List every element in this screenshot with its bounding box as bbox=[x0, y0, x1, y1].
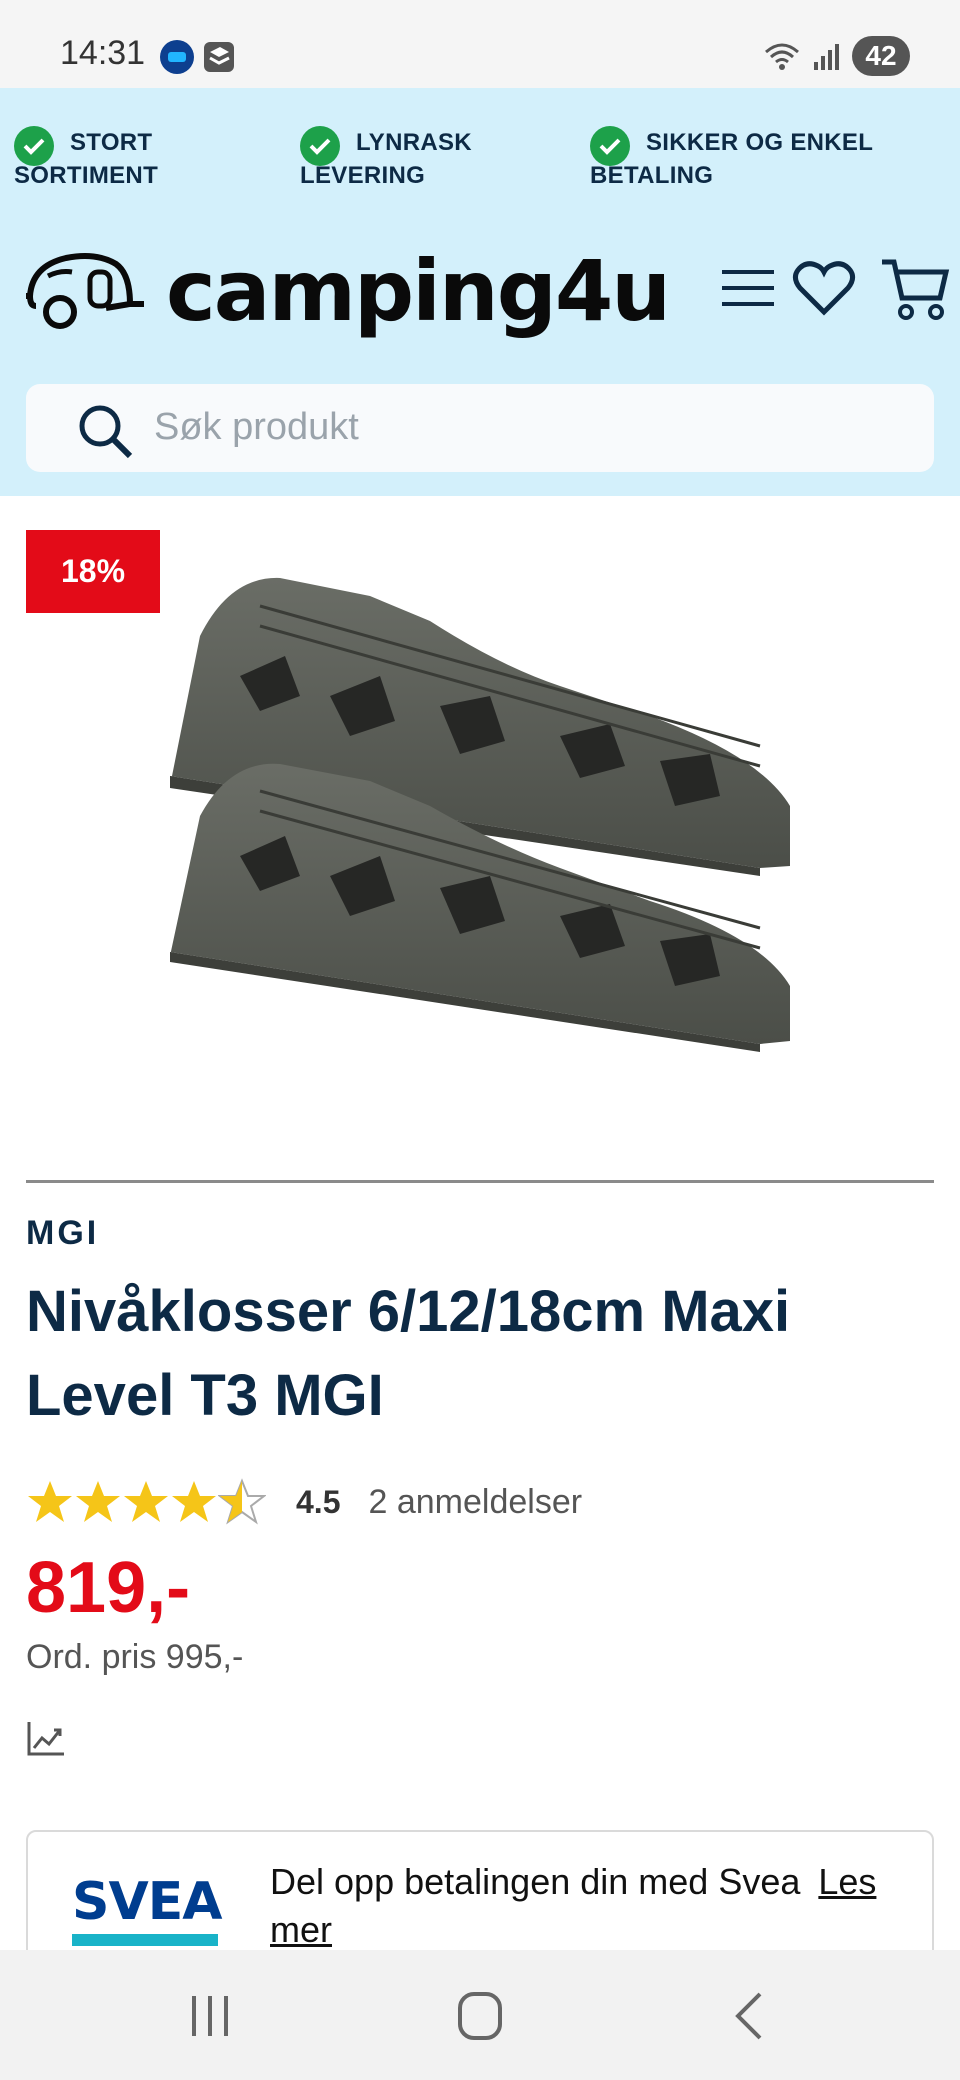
check-icon bbox=[590, 126, 630, 166]
site-logo[interactable]: camping4u bbox=[26, 236, 671, 346]
menu-icon[interactable] bbox=[720, 266, 776, 310]
product-price: 819,- bbox=[26, 1548, 191, 1628]
usp-line2: SORTIMENT bbox=[14, 162, 159, 189]
site-header: STORT SORTIMENT LYNRASK LEVERING SIKKER … bbox=[0, 88, 960, 496]
usp-item: LYNRASK LEVERING bbox=[300, 126, 472, 192]
search-input[interactable]: Søk produkt bbox=[154, 406, 359, 449]
usp-line2: LEVERING bbox=[300, 162, 426, 189]
usp-item: STORT SORTIMENT bbox=[14, 126, 158, 192]
check-icon bbox=[14, 126, 54, 166]
product-rating[interactable]: 4.5 2 anmeldelser bbox=[26, 1476, 582, 1528]
star-rating bbox=[26, 1478, 266, 1526]
status-bar: 14:31 42 bbox=[0, 0, 960, 88]
review-count-link[interactable]: 2 anmeldelser bbox=[368, 1483, 582, 1522]
star-icon bbox=[172, 1481, 216, 1522]
product-title: Nivåklosser 6/12/18cm Maxi Level T3 MGI bbox=[26, 1279, 791, 1428]
battery-icon: 42 bbox=[852, 36, 910, 76]
discount-badge: 18% bbox=[26, 530, 160, 613]
caravan-logo-icon bbox=[26, 253, 144, 329]
header-actions bbox=[700, 248, 960, 328]
check-icon bbox=[300, 126, 340, 166]
wifi-icon bbox=[765, 43, 799, 70]
cart-icon[interactable] bbox=[880, 256, 950, 322]
usp-line2: BETALING bbox=[590, 162, 714, 189]
app-notification-icon-2 bbox=[204, 42, 234, 72]
back-button[interactable] bbox=[720, 1988, 780, 2044]
svea-logo: SVEA bbox=[72, 1872, 222, 1932]
rating-value: 4.5 bbox=[296, 1483, 341, 1520]
half-star-icon bbox=[218, 1478, 266, 1525]
search-bar[interactable]: Søk produkt bbox=[26, 384, 934, 472]
search-icon[interactable] bbox=[76, 402, 134, 460]
logo-text: camping4u bbox=[166, 242, 671, 340]
svea-logo-underline bbox=[72, 1934, 218, 1946]
usp-item: SIKKER OG ENKEL BETALING bbox=[590, 126, 873, 192]
star-icon bbox=[76, 1481, 120, 1522]
star-icon bbox=[28, 1481, 72, 1522]
recent-apps-button[interactable] bbox=[180, 1988, 240, 2044]
system-nav-bar bbox=[0, 1950, 960, 2080]
svea-text-block: Del opp betalingen din med Svea Les mer bbox=[270, 1858, 900, 1954]
app-notification-icon bbox=[160, 40, 194, 74]
home-button[interactable] bbox=[450, 1988, 510, 2044]
heart-icon[interactable] bbox=[792, 258, 856, 318]
star-icon bbox=[124, 1481, 168, 1522]
status-icons: 42 bbox=[762, 36, 910, 76]
divider bbox=[26, 1180, 934, 1183]
signal-icon bbox=[814, 44, 839, 70]
usp-line1: SIKKER OG ENKEL bbox=[646, 129, 874, 156]
product-brand[interactable]: MGI bbox=[26, 1214, 99, 1253]
status-time: 14:31 bbox=[60, 34, 146, 72]
ordinary-price: Ord. pris 995,- bbox=[26, 1638, 244, 1676]
svea-description: Del opp betalingen din med Svea bbox=[270, 1861, 801, 1902]
price-history-icon[interactable] bbox=[26, 1718, 66, 1758]
